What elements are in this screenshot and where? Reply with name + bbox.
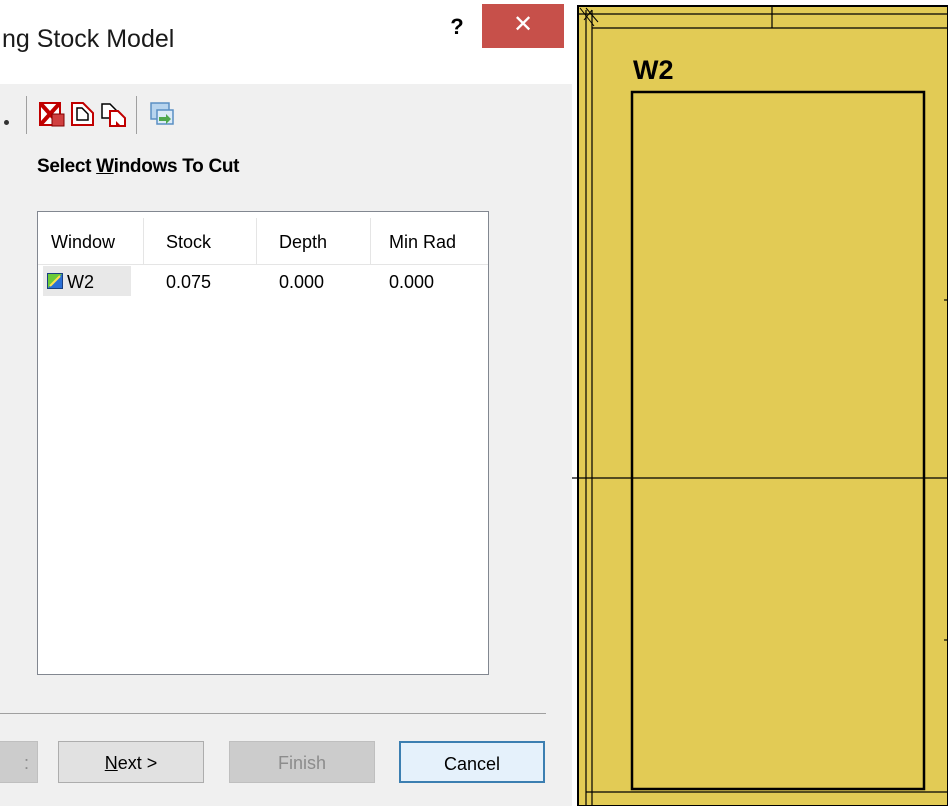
cancel-button[interactable]: Cancel bbox=[399, 741, 545, 783]
cad-viewport[interactable]: W2 bbox=[572, 0, 948, 806]
toolbar bbox=[0, 94, 300, 136]
column-header-depth[interactable]: Depth bbox=[279, 232, 327, 253]
stock-model-dialog: ng Stock Model ? ✕ Select Windows To Cut… bbox=[0, 0, 572, 806]
cell-window: W2 bbox=[67, 272, 94, 292]
shape-outline-icon[interactable] bbox=[69, 100, 97, 128]
finish-button[interactable]: Finish bbox=[229, 741, 375, 783]
cad-drawing bbox=[572, 0, 948, 806]
footer-divider bbox=[0, 713, 546, 714]
title-bar[interactable]: ng Stock Model ? ✕ bbox=[0, 0, 572, 84]
column-divider[interactable] bbox=[370, 218, 371, 264]
dialog-title: ng Stock Model bbox=[2, 25, 175, 53]
window-frame-fill bbox=[577, 5, 948, 806]
column-divider[interactable] bbox=[256, 218, 257, 264]
cell-depth: 0.000 bbox=[279, 272, 325, 292]
delete-red-icon[interactable] bbox=[38, 100, 66, 128]
back-button[interactable]: : bbox=[0, 741, 38, 783]
select-windows-label: Select Windows To Cut bbox=[37, 156, 240, 177]
cell-stock: 0.075 bbox=[166, 272, 212, 292]
list-header: Window Stock Depth Min Rad bbox=[38, 212, 488, 265]
toolbar-separator bbox=[136, 96, 137, 134]
help-button[interactable]: ? bbox=[440, 12, 474, 42]
copy-shape-icon[interactable] bbox=[100, 100, 128, 128]
table-row[interactable]: W2 0.075 0.000 0.000 bbox=[38, 266, 488, 296]
windows-list[interactable]: Window Stock Depth Min Rad W2 0.075 0.00… bbox=[37, 211, 489, 675]
column-header-stock[interactable]: Stock bbox=[166, 232, 211, 253]
next-button[interactable]: Next > bbox=[58, 741, 204, 783]
column-divider[interactable] bbox=[143, 218, 144, 264]
window-w2-label: W2 bbox=[633, 55, 674, 85]
column-header-min-rad[interactable]: Min Rad bbox=[389, 232, 456, 253]
import-icon[interactable] bbox=[148, 100, 176, 128]
toolbar-overflow-dot bbox=[4, 120, 9, 125]
column-header-window[interactable]: Window bbox=[51, 232, 115, 253]
close-button[interactable]: ✕ bbox=[482, 4, 564, 48]
toolbar-separator bbox=[26, 96, 27, 134]
cell-min-rad: 0.000 bbox=[389, 272, 435, 292]
window-item-icon bbox=[47, 273, 63, 289]
